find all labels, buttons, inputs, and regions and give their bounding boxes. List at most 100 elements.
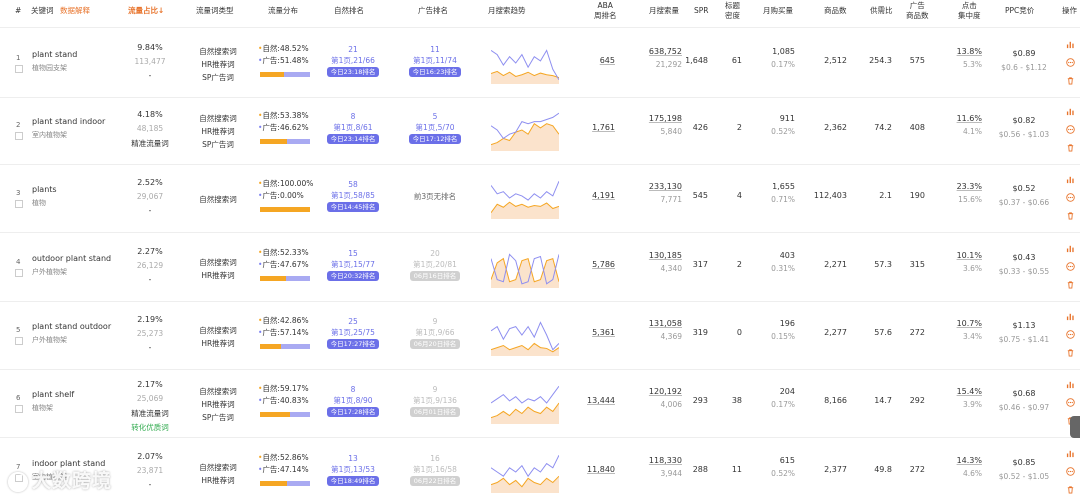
spr-value: 317 [692, 260, 708, 269]
trend-sparkline[interactable] [491, 451, 559, 493]
monthly-search-value[interactable]: 233,130 [649, 182, 682, 191]
monthly-search-value[interactable]: 120,192 [649, 387, 682, 396]
natural-rank[interactable]: 8 第1页,8/90 今日17:28排名 [323, 384, 383, 417]
monthly-buy: 1,655 0.71% [755, 182, 795, 204]
natural-share: 53.38% [279, 111, 309, 120]
ad-rank[interactable]: 20 第1页,20/81 06月16日排名 [405, 248, 465, 281]
monthly-search-sub: 3,944 [660, 469, 682, 478]
bar-chart-icon[interactable] [1066, 380, 1075, 389]
word-type-item: SP广告词 [202, 73, 234, 82]
bar-chart-icon[interactable] [1066, 40, 1075, 49]
natural-rank[interactable]: 13 第1页,13/53 今日18:49排名 [323, 453, 383, 486]
word-type-item: SP广告词 [202, 140, 234, 149]
delete-icon[interactable] [1066, 211, 1075, 220]
ad-product-count: 272 [909, 328, 925, 337]
table-row: 2 plant stand indoor 室内植物架 4.18% 48,185 精准流量词… [0, 97, 1080, 165]
natural-rank[interactable]: 25 第1页,25/75 今日17:27排名 [323, 316, 383, 349]
natural-rank-time-badge: 今日17:28排名 [326, 407, 380, 417]
trend-sparkline[interactable] [491, 109, 559, 151]
keyword-link[interactable]: outdoor plant stand [32, 254, 111, 263]
aba-rank[interactable]: 1,761 [575, 123, 615, 132]
row-checkbox[interactable] [15, 132, 23, 140]
delete-icon[interactable] [1066, 143, 1075, 152]
ad-rank[interactable]: 11 第1页,11/74 今日16:23排名 [405, 44, 465, 77]
click-concentration-sub: 3.4% [962, 332, 982, 341]
row-checkbox[interactable] [15, 337, 23, 345]
more-options-icon[interactable] [1066, 58, 1075, 67]
natural-share: 100.00% [279, 179, 314, 188]
trend-sparkline[interactable] [491, 177, 559, 219]
ad-rank-value: 11 [430, 45, 440, 54]
aba-rank[interactable]: 11,840 [575, 465, 615, 474]
trend-sparkline[interactable] [491, 246, 559, 288]
keyword-link[interactable]: plant stand indoor [32, 117, 105, 126]
keyword-link[interactable]: plant shelf [32, 390, 74, 399]
natural-rank-value: 8 [350, 385, 356, 394]
monthly-search-value[interactable]: 118,330 [649, 456, 682, 465]
more-options-icon[interactable] [1066, 467, 1075, 476]
row-checkbox[interactable] [15, 405, 23, 413]
row-checkbox[interactable] [15, 200, 23, 208]
side-float-button[interactable] [1070, 416, 1080, 438]
natural-rank[interactable]: 15 第1页,15/77 今日20:32排名 [323, 248, 383, 281]
more-options-icon[interactable] [1066, 398, 1075, 407]
natural-rank-time-badge: 今日14:45排名 [326, 202, 380, 212]
monthly-search-value[interactable]: 175,198 [649, 114, 682, 123]
monthly-buy-value: 204 [779, 387, 795, 396]
bar-chart-icon[interactable] [1066, 107, 1075, 116]
aba-rank[interactable]: 13,444 [575, 396, 615, 405]
aba-rank[interactable]: 645 [575, 56, 615, 65]
data-explain-link[interactable]: 数据解释 [60, 6, 90, 16]
monthly-search-value[interactable]: 131,058 [649, 319, 682, 328]
monthly-search-value[interactable]: 638,752 [649, 47, 682, 56]
keyword-link[interactable]: plant stand [32, 50, 77, 59]
more-options-icon[interactable] [1066, 262, 1075, 271]
ad-share-line: •广告:40.83% [258, 395, 314, 407]
bar-chart-icon[interactable] [1066, 312, 1075, 321]
title-density: 61 [731, 56, 742, 65]
natural-rank[interactable]: 8 第1页,8/61 今日23:14排名 [323, 111, 383, 144]
keyword-link[interactable]: plants [32, 185, 57, 194]
delete-icon[interactable] [1066, 280, 1075, 289]
word-type-list: 自然搜索词 HR推荐词 [190, 461, 246, 487]
trend-sparkline[interactable] [491, 314, 559, 356]
keyword-translation: 室内植物架 [32, 131, 67, 139]
natural-rank[interactable]: 21 第1页,21/66 今日23:18排名 [323, 44, 383, 77]
ad-rank[interactable]: 9 第1页,9/136 06月01日排名 [405, 384, 465, 417]
more-options-icon[interactable] [1066, 330, 1075, 339]
aba-rank[interactable]: 5,786 [575, 260, 615, 269]
monthly-search-value[interactable]: 130,185 [649, 251, 682, 260]
monthly-buy-value: 1,085 [772, 47, 795, 56]
word-type-item: HR推荐词 [201, 400, 235, 409]
aba-rank[interactable]: 5,361 [575, 328, 615, 337]
header-click-concentration: 点击 集中度 [958, 1, 981, 21]
trend-line-purple [491, 181, 559, 201]
row-actions [1066, 175, 1080, 229]
ad-rank[interactable]: 16 第1页,16/58 06月22日排名 [405, 453, 465, 486]
word-type-item: 自然搜索词 [199, 326, 237, 335]
bar-chart-icon[interactable] [1066, 175, 1075, 184]
delete-icon[interactable] [1066, 76, 1075, 85]
more-options-icon[interactable] [1066, 125, 1075, 134]
word-type-list: 自然搜索词 [190, 193, 246, 206]
bar-chart-icon[interactable] [1066, 244, 1075, 253]
ad-rank[interactable]: 9 第1页,9/66 06月20日排名 [405, 316, 465, 349]
ad-rank[interactable]: 5 第1页,5/70 今日17:12排名 [405, 111, 465, 144]
keyword-tag: 精准流量词 [131, 139, 169, 148]
aba-rank[interactable]: 4,191 [575, 191, 615, 200]
natural-rank[interactable]: 58 第1页,58/85 今日14:45排名 [323, 179, 383, 212]
row-checkbox[interactable] [15, 269, 23, 277]
delete-icon[interactable] [1066, 485, 1075, 494]
more-options-icon[interactable] [1066, 193, 1075, 202]
header-traffic-share[interactable]: 流量占比↓ [128, 6, 164, 16]
row-number: 5 [16, 326, 21, 334]
header-ad-products-1: 广告 [909, 1, 925, 10]
trend-sparkline[interactable] [491, 382, 559, 424]
trend-sparkline[interactable] [491, 42, 559, 84]
keyword-link[interactable]: plant stand outdoor [32, 322, 111, 331]
traffic-distribution: •自然:52.33% •广告:47.67% [258, 247, 314, 271]
delete-icon[interactable] [1066, 348, 1075, 357]
bar-chart-icon[interactable] [1066, 449, 1075, 458]
row-checkbox[interactable] [15, 65, 23, 73]
traffic-share-pct: 2.19% [137, 315, 163, 324]
